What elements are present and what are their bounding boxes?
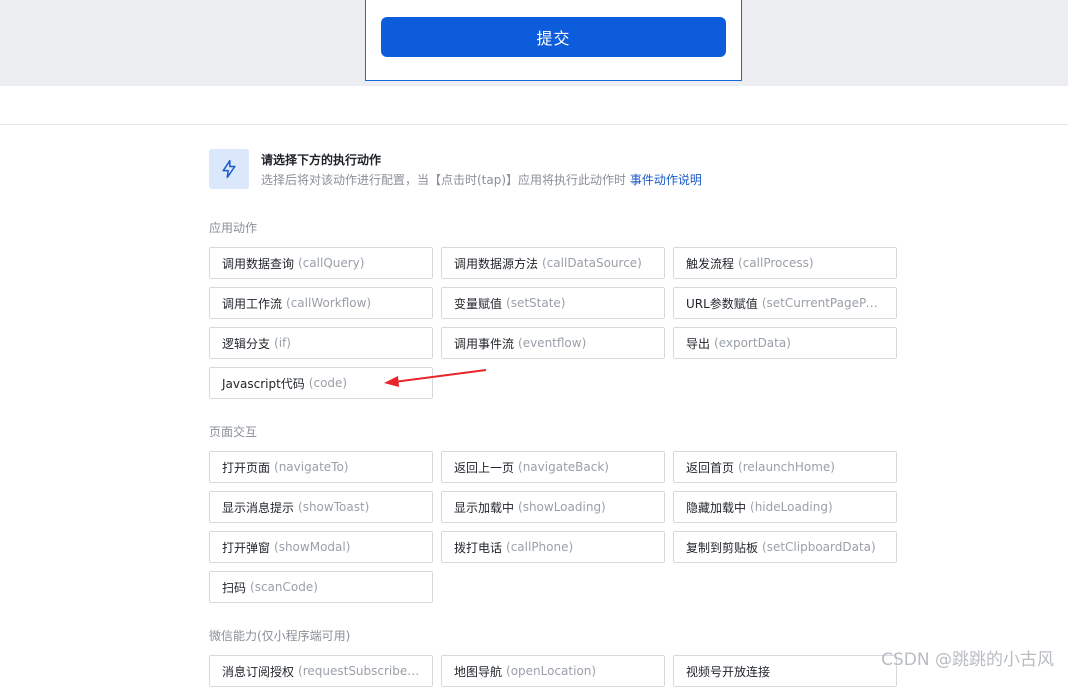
action-call-query-button[interactable]: 调用数据查询 (callQuery)	[209, 247, 433, 279]
intro-description: 选择后将对该动作进行配置，当【点击时(tap)】应用将执行此动作时 事件动作说明	[261, 171, 702, 188]
action-show-modal-button[interactable]: 打开弹窗 (showModal)	[209, 531, 433, 563]
event-action-doc-link[interactable]: 事件动作说明	[630, 173, 702, 187]
action-navigate-to-button[interactable]: 打开页面 (navigateTo)	[209, 451, 433, 483]
intro-title: 请选择下方的执行动作	[261, 153, 382, 167]
action-channels-open-link-button[interactable]: 视频号开放连接	[673, 655, 897, 687]
intro-desc-text: 选择后将对该动作进行配置，当【点击时(tap)】应用将执行此动作时	[261, 173, 630, 187]
action-hide-loading-button[interactable]: 隐藏加载中 (hideLoading)	[673, 491, 897, 523]
action-export-data-button[interactable]: 导出 (exportData)	[673, 327, 897, 359]
section-title-wechat-capabilities: 微信能力(仅小程序端可用)	[209, 629, 351, 643]
action-show-loading-button[interactable]: 显示加载中 (showLoading)	[441, 491, 665, 523]
preview-area: 提交	[0, 0, 1068, 86]
divider	[0, 124, 1068, 125]
app-actions-grid: 调用数据查询 (callQuery) 调用数据源方法 (callDataSource…	[209, 247, 897, 399]
action-call-data-source-button[interactable]: 调用数据源方法 (callDataSource)	[441, 247, 665, 279]
selected-component-frame[interactable]: 提交	[365, 0, 742, 81]
action-relaunch-home-button[interactable]: 返回首页 (relaunchHome)	[673, 451, 897, 483]
action-set-state-button[interactable]: 变量赋值 (setState)	[441, 287, 665, 319]
submit-button[interactable]: 提交	[381, 17, 726, 57]
action-set-clipboard-data-button[interactable]: 复制到剪贴板 (setClipboardData)	[673, 531, 897, 563]
lightning-icon	[209, 149, 249, 189]
action-eventflow-button[interactable]: 调用事件流 (eventflow)	[441, 327, 665, 359]
action-request-subscribe-button[interactable]: 消息订阅授权 (requestSubscribeM...	[209, 655, 433, 687]
action-navigate-back-button[interactable]: 返回上一页 (navigateBack)	[441, 451, 665, 483]
action-set-url-params-button[interactable]: URL参数赋值 (setCurrentPagePar...	[673, 287, 897, 319]
action-show-toast-button[interactable]: 显示消息提示 (showToast)	[209, 491, 433, 523]
page-interaction-grid: 打开页面 (navigateTo) 返回上一页 (navigateBack) 返回首…	[209, 451, 897, 603]
action-open-location-button[interactable]: 地图导航 (openLocation)	[441, 655, 665, 687]
action-call-workflow-button[interactable]: 调用工作流 (callWorkflow)	[209, 287, 433, 319]
section-title-page-interaction: 页面交互	[209, 425, 258, 439]
action-call-phone-button[interactable]: 拨打电话 (callPhone)	[441, 531, 665, 563]
action-call-process-button[interactable]: 触发流程 (callProcess)	[673, 247, 897, 279]
watermark: CSDN @跳跳的小古风	[881, 650, 1054, 670]
wechat-capabilities-grid: 消息订阅授权 (requestSubscribeM... 地图导航 (openLoc…	[209, 655, 897, 687]
action-scan-code-button[interactable]: 扫码 (scanCode)	[209, 571, 433, 603]
action-if-button[interactable]: 逻辑分支 (if)	[209, 327, 433, 359]
red-arrow-annotation	[384, 369, 487, 387]
section-title-app-actions: 应用动作	[209, 221, 258, 235]
